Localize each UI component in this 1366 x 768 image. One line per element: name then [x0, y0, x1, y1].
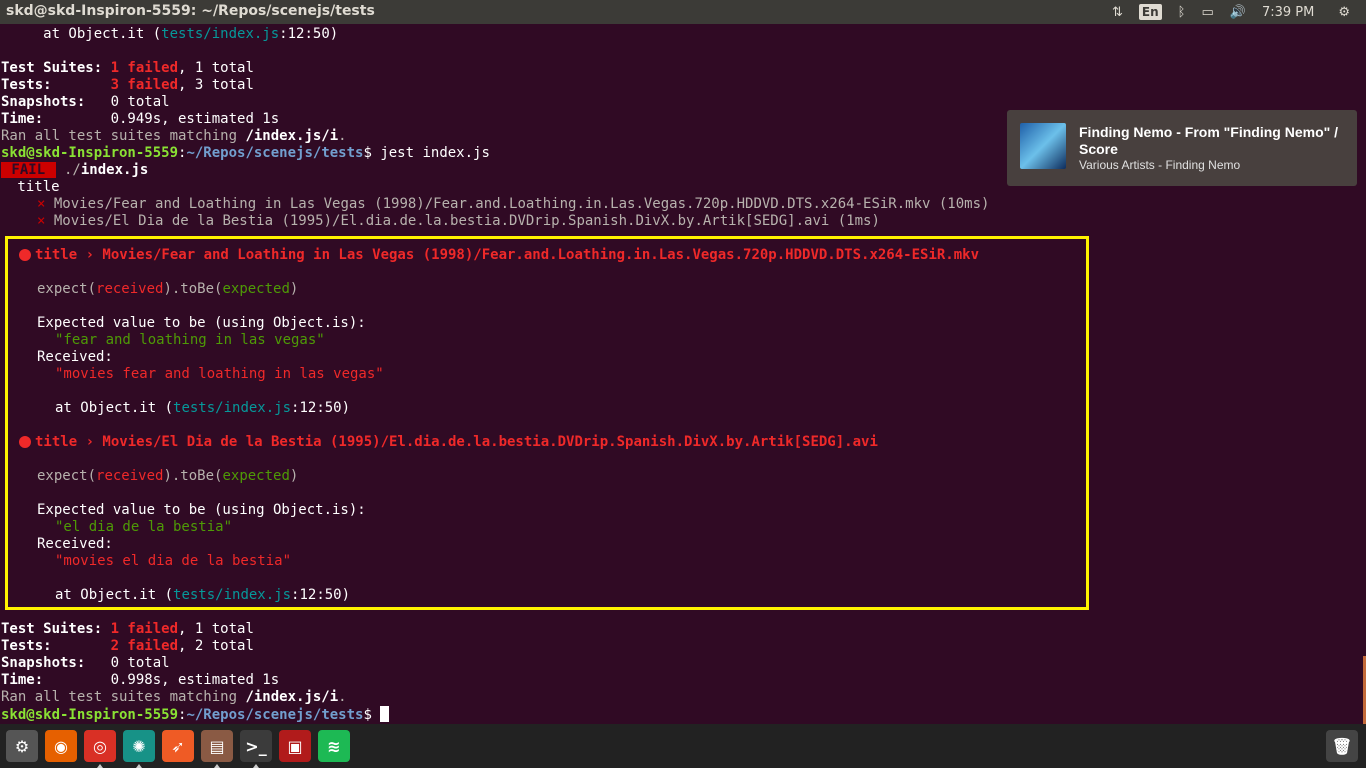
stack-line: at Object.it (tests/index.js:12:50) [1, 26, 339, 42]
running-indicator [97, 764, 103, 768]
running-indicator [253, 764, 259, 768]
text-cursor [380, 706, 390, 722]
window-title: skd@skd-Inspiron-5559: ~/Repos/scenejs/t… [6, 3, 375, 19]
ubuntu-settings-icon[interactable]: ⚙ [6, 730, 38, 762]
keyboard-lang: En [1138, 4, 1162, 20]
album-art-icon [1020, 123, 1066, 169]
notification-title: Finding Nemo - From "Finding Nemo" / Sco… [1079, 124, 1339, 157]
trash-icon[interactable]: 🗑 [1326, 730, 1358, 762]
test-result-2: × Movies/El Dia de la Bestia (1995)/El.d… [37, 213, 880, 229]
summary-suites: Test Suites: 1 failed, 1 total [1, 60, 254, 76]
error-dot-icon [19, 249, 31, 261]
error-title-2: title › Movies/El Dia de la Bestia (1995… [19, 434, 878, 451]
summary2-suites: Test Suites: 1 failed, 1 total [1, 621, 254, 637]
top-panel: skd@skd-Inspiron-5559: ~/Repos/scenejs/t… [0, 0, 1366, 24]
spotify-icon[interactable]: ≋ [318, 730, 350, 762]
volume-icon[interactable]: 🔊 [1230, 5, 1246, 20]
fail-line: FAIL ./index.js [1, 162, 149, 178]
notification-bubble: Finding Nemo - From "Finding Nemo" / Sco… [1007, 110, 1357, 186]
power-gear-icon[interactable]: ⚙ [1338, 5, 1350, 20]
fail-badge: FAIL [1, 162, 56, 178]
error-dot-icon [19, 436, 31, 448]
launcher-dock: ⚙ ◉ ◎ ✺ ➶ ▤ >_ ▣ ≋ 🗑 [0, 724, 1366, 768]
expected-value-1: "fear and loathing in las vegas" [55, 332, 325, 348]
expect-line-2: expect(received).toBe(expected) [37, 468, 299, 484]
network-icon[interactable]: ⇅ [1112, 5, 1123, 20]
postman-icon[interactable]: ➶ [162, 730, 194, 762]
clock[interactable]: 7:39 PM [1262, 5, 1314, 20]
expected-label-2: Expected value to be (using Object.is): [37, 502, 366, 518]
error-title-1: title › Movies/Fear and Loathing in Las … [19, 247, 979, 264]
summary2-tests: Tests: 2 failed, 2 total [1, 638, 254, 654]
prompt-line-2: skd@skd-Inspiron-5559:~/Repos/scenejs/te… [1, 706, 390, 723]
system-tray: ⇅ En ᛒ ▭ 🔊 7:39 PM ⚙ [1112, 0, 1366, 24]
screen-recorder-icon[interactable]: ▣ [279, 730, 311, 762]
summary2-time: Time: 0.998s, estimated 1s [1, 672, 280, 688]
expected-label-1: Expected value to be (using Object.is): [37, 315, 366, 331]
summary-tests: Tests: 3 failed, 3 total [1, 77, 254, 93]
gitkraken-icon[interactable]: ✺ [123, 730, 155, 762]
at-line-1: at Object.it (tests/index.js:12:50) [55, 400, 351, 416]
terminal-icon[interactable]: >_ [240, 730, 272, 762]
expected-value-2: "el dia de la bestia" [55, 519, 233, 535]
summary2-ran: Ran all test suites matching /index.js/i… [1, 689, 347, 705]
received-label-1: Received: [37, 349, 113, 365]
describe-line: title [9, 179, 60, 195]
files-icon[interactable]: ▤ [201, 730, 233, 762]
received-value-1: "movies fear and loathing in las vegas" [55, 366, 384, 382]
prompt-line: skd@skd-Inspiron-5559:~/Repos/scenejs/te… [1, 145, 490, 161]
bluetooth-icon[interactable]: ᛒ [1178, 5, 1186, 20]
at-line-2: at Object.it (tests/index.js:12:50) [55, 587, 351, 603]
received-label-2: Received: [37, 536, 113, 552]
expect-line-1: expect(received).toBe(expected) [37, 281, 299, 297]
summary2-snapshots: Snapshots: 0 total [1, 655, 170, 671]
summary-ran: Ran all test suites matching /index.js/i… [1, 128, 347, 144]
test-result-1: × Movies/Fear and Loathing in Las Vegas … [37, 196, 990, 212]
firefox-icon[interactable]: ◉ [45, 730, 77, 762]
summary-snapshots: Snapshots: 0 total [1, 94, 170, 110]
keyboard-indicator[interactable]: En [1138, 4, 1162, 20]
chrome-icon[interactable]: ◎ [84, 730, 116, 762]
received-value-2: "movies el dia de la bestia" [55, 553, 292, 569]
running-indicator [136, 764, 142, 768]
notification-subtitle: Various Artists - Finding Nemo [1079, 158, 1241, 172]
summary-time: Time: 0.949s, estimated 1s [1, 111, 280, 127]
battery-icon[interactable]: ▭ [1201, 5, 1213, 20]
running-indicator [214, 764, 220, 768]
